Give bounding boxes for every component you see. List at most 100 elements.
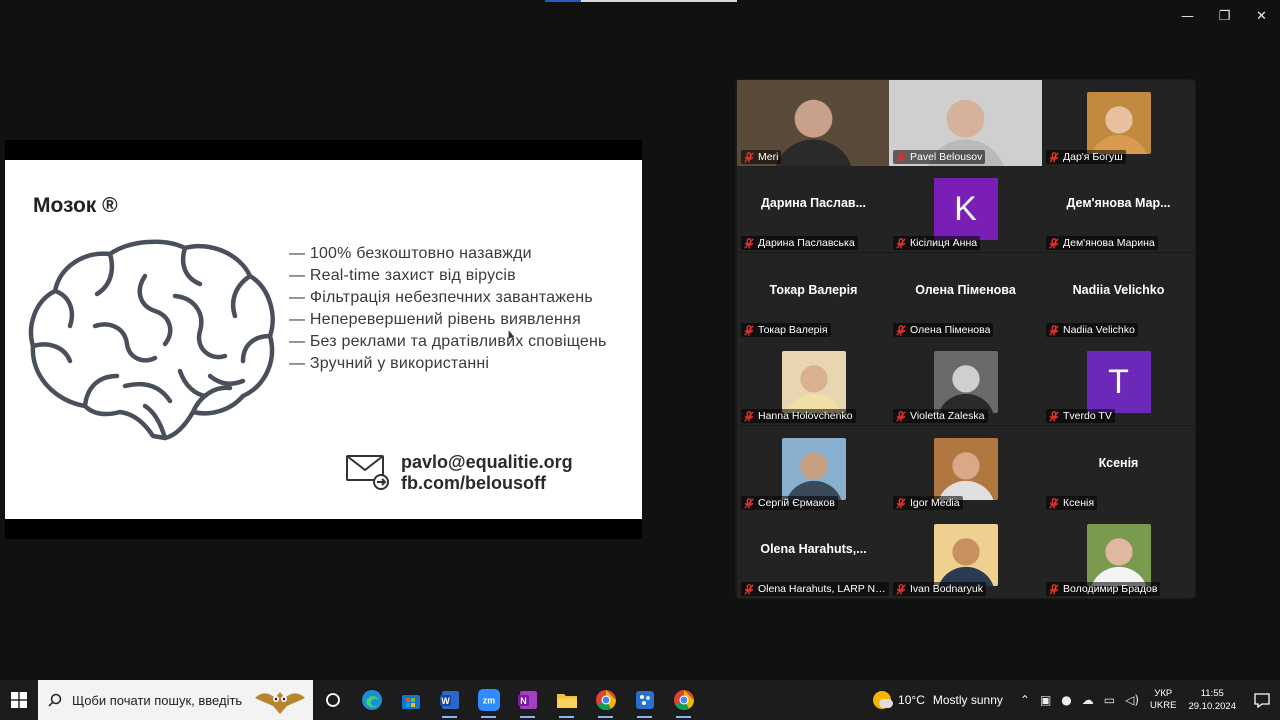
taskbar: Щоби почати пошук, введіть Wzm N 10°C Mos… [0,680,1280,720]
participant-name: Violetta Zaleska [910,410,985,422]
slide-title: Мозок ® [33,194,118,217]
taskbar-chrome-button[interactable] [586,680,625,720]
participant-name: Дар'я Богуш [1063,151,1123,163]
muted-mic-icon [896,151,906,163]
participant-display-name: Nadiia Velichko [1072,283,1165,297]
taskbar-task-view-button[interactable] [313,680,352,720]
taskbar-search[interactable]: Щоби почати пошук, введіть [38,680,313,720]
running-indicator [520,716,535,718]
search-placeholder: Щоби почати пошук, введіть [72,692,243,708]
participant-tile[interactable]: T Tverdo TV [1042,339,1195,425]
muted-mic-icon [1049,583,1059,595]
participant-label: Igor Media [893,496,963,510]
muted-mic-icon [896,497,906,509]
start-button[interactable] [0,680,38,720]
taskbar-onenote-button[interactable]: N [508,680,547,720]
microphone-icon[interactable]: ● [1061,693,1071,707]
participant-name: Дарина Паславська [758,237,855,249]
participant-tile[interactable]: Nadiia Velichko Nadiia Velichko [1042,253,1195,339]
participant-name: Igor Media [910,497,960,509]
clock-date: 29.10.2024 [1188,701,1236,712]
volume-icon[interactable]: ◁) [1125,693,1139,707]
muted-mic-icon [744,237,754,249]
person-photo [933,438,998,500]
participant-tile[interactable]: Дарина Паслав... Дарина Паславська [737,166,890,252]
participant-tile[interactable]: Igor Media [889,426,1042,512]
participant-tile[interactable]: Violetta Zaleska [889,339,1042,425]
muted-mic-icon [1049,410,1059,422]
participant-avatar: T [1086,351,1151,413]
feature-item: — Зручний у використанні [289,355,490,372]
clock[interactable]: 11:55 29.10.2024 [1188,687,1236,713]
onenote-icon: N [517,689,539,711]
participant-tile[interactable]: Olena Harahuts,... Olena Harahuts, LARP N… [737,512,890,598]
participant-avatar [933,351,998,413]
taskbar-chrome-profile-button[interactable] [664,680,703,720]
muted-mic-icon [1049,151,1059,163]
chevron-up-icon[interactable]: ⌃ [1020,693,1030,707]
muted-mic-icon [1049,497,1059,509]
participant-tile[interactable]: Дар'я Богуш [1042,80,1195,166]
person-photo [1086,92,1151,154]
taskbar-app-blue-button[interactable] [625,680,664,720]
running-indicator [637,716,652,718]
restore-button[interactable]: ❐ [1206,0,1243,32]
participant-tile[interactable]: Ксенія Ксенія [1042,426,1195,512]
onedrive-icon[interactable]: ☁ [1082,693,1094,707]
feature-list: — 100% безкоштовно назавжди — Real-time … [289,243,607,375]
participant-tile[interactable]: Hanna Holovchenko [737,339,890,425]
taskbar-file-explorer-button[interactable] [547,680,586,720]
weather-widget[interactable]: 10°C Mostly sunny [873,691,1003,709]
person-photo [781,438,846,500]
participant-name: Nadiia Velichko [1063,324,1135,336]
participant-tile[interactable]: Токар Валерія Токар Валерія [737,253,890,339]
person-photo [933,351,998,413]
network-icon[interactable]: ▭ [1104,693,1115,707]
feature-item: — Real-time захист від вірусів [289,267,516,284]
participant-label: Дем'янова Марина [1046,236,1158,250]
muted-mic-icon [744,151,754,163]
keyboard-layout: UKRE [1150,700,1177,711]
participant-tile[interactable]: Meri [737,80,890,166]
minimize-button[interactable]: — [1169,0,1206,32]
taskbar-edge-button[interactable] [352,680,391,720]
feature-item: — 100% безкоштовно назавжди [289,245,532,262]
taskbar-zoom-button[interactable]: zm [469,680,508,720]
chrome-icon [595,689,617,711]
participant-tile[interactable]: Олена Піменова Олена Піменова [889,253,1042,339]
file-explorer-icon [556,689,578,711]
participant-tile[interactable]: Дем'янова Мар... Дем'янова Марина [1042,166,1195,252]
participant-label: Володимир Брадов [1046,582,1161,596]
participant-avatar [1086,92,1151,154]
taskbar-store-button[interactable] [391,680,430,720]
participant-avatar [933,438,998,500]
participant-tile[interactable]: Володимир Брадов [1042,512,1195,598]
participant-tile[interactable]: Сергій Єрмаков [737,426,890,512]
participant-label: Olena Harahuts, LARP NGO [741,582,889,596]
person-photo [1086,524,1151,586]
participant-label: Токар Валерія [741,323,831,337]
zoom-icon: zm [477,688,501,712]
language-indicator[interactable]: УКР UKRE [1150,688,1176,712]
participant-avatar [781,351,846,413]
person-photo [933,524,998,586]
weather-icon [873,691,894,709]
participant-tile[interactable]: Ivan Bodnaryuk [889,512,1042,598]
muted-mic-icon [896,324,906,336]
participant-name: Володимир Брадов [1063,583,1158,595]
taskbar-word-button[interactable]: W [430,680,469,720]
participant-label: Hanna Holovchenko [741,409,856,423]
participant-gallery: Meri Pavel Belousov Дар'я Богуш Дарина Па… [735,79,1196,599]
clock-time: 11:55 [1200,688,1224,699]
participant-display-name: Ксенія [1098,456,1139,470]
svg-text:zm: zm [482,696,495,706]
brain-icon [28,239,275,441]
participant-label: Meri [741,150,782,164]
contact-facebook: fb.com/belousoff [401,473,546,493]
participant-name: Сергій Єрмаков [758,497,835,509]
meet-now-icon[interactable]: ▣ [1040,693,1051,707]
participant-tile[interactable]: Pavel Belousov [889,80,1042,166]
close-button[interactable]: ✕ [1243,0,1280,32]
participant-tile[interactable]: K Кісiлиця Анна [889,166,1042,252]
notifications-button[interactable] [1244,692,1280,708]
